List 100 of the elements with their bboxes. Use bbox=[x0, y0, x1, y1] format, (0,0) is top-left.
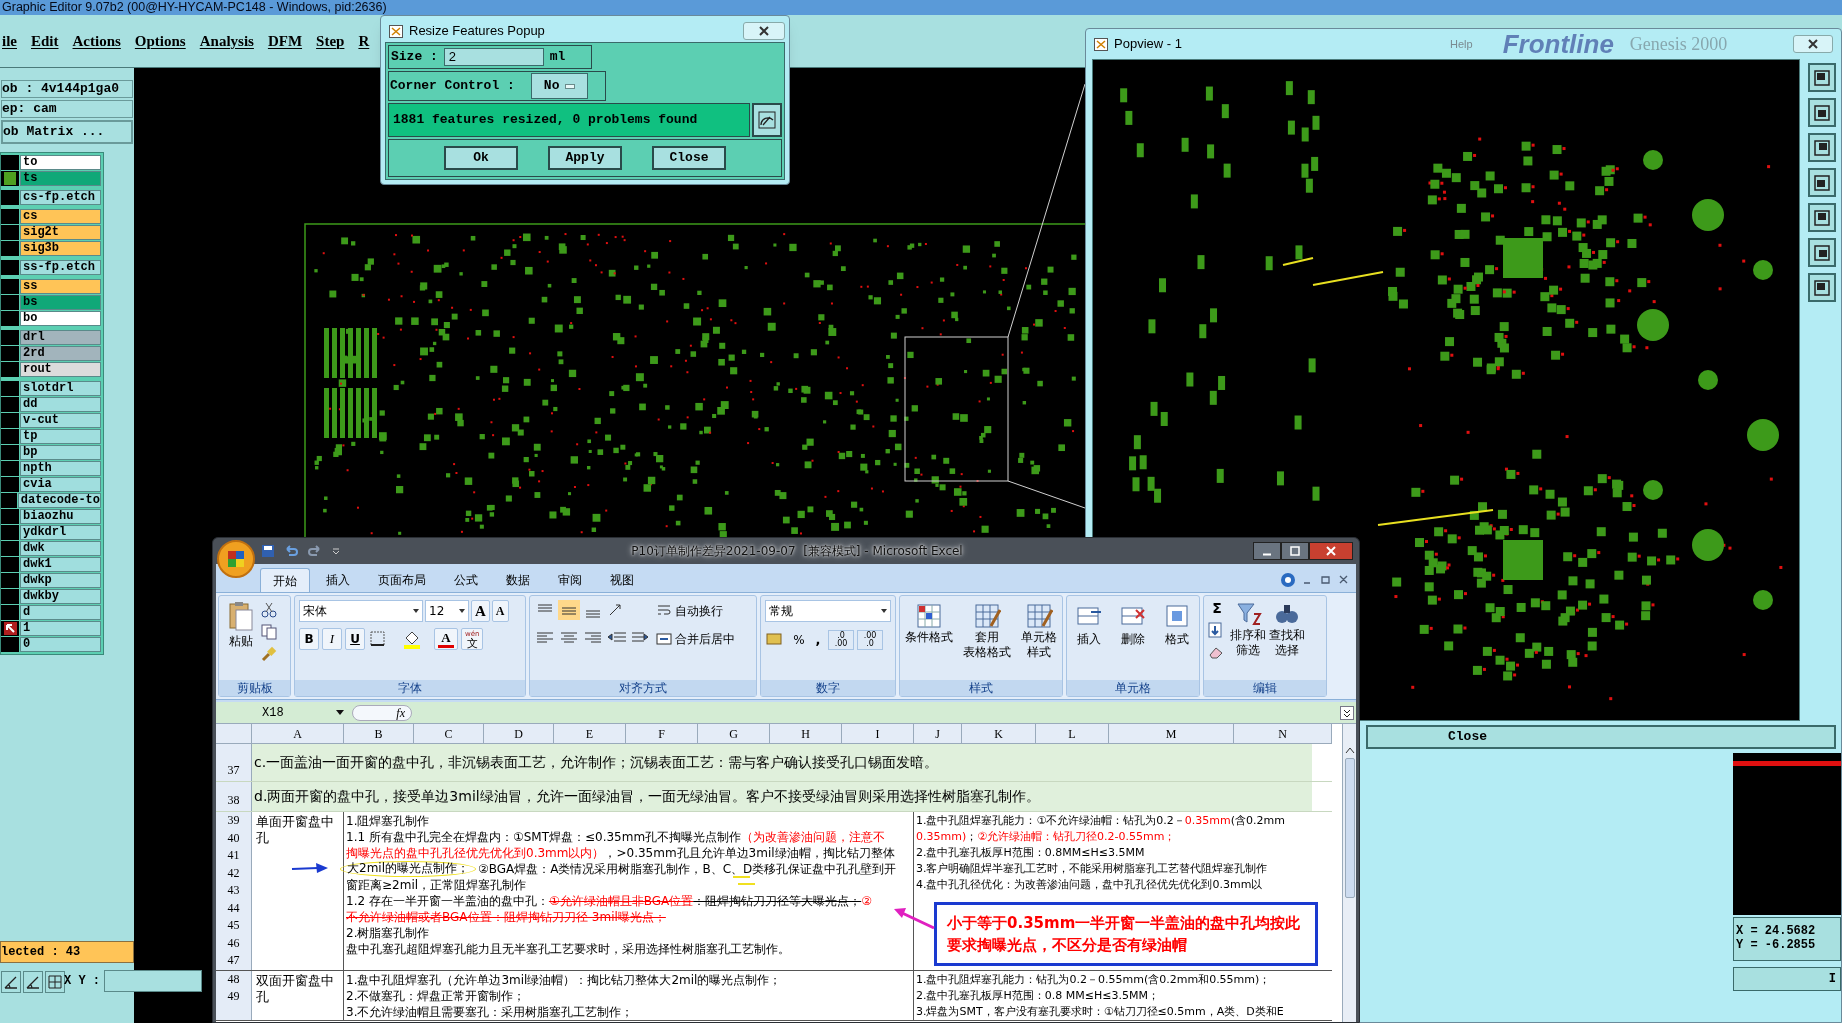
close-button[interactable] bbox=[743, 22, 785, 40]
view-tool-button[interactable] bbox=[1808, 63, 1836, 92]
decimal-button[interactable]: .00 .0 bbox=[857, 630, 883, 650]
italic-button[interactable]: I bbox=[322, 628, 342, 650]
layer-name[interactable]: slotdrl bbox=[20, 381, 101, 396]
layer-name[interactable]: cs-fp.etch bbox=[20, 190, 101, 205]
grow-font-button[interactable]: A bbox=[471, 600, 490, 622]
layer-name[interactable]: dwk bbox=[20, 541, 101, 556]
layer-name[interactable]: 1 bbox=[20, 621, 101, 636]
wrap-text-button[interactable]: 自动换行 bbox=[656, 602, 735, 620]
layer-status-cell[interactable] bbox=[1, 346, 19, 361]
row-header[interactable]: 39 bbox=[216, 812, 251, 830]
layer-status-cell[interactable] bbox=[1, 525, 19, 540]
column-header[interactable]: D bbox=[484, 724, 554, 743]
row-header[interactable]: 49 bbox=[216, 988, 251, 1006]
menu-item[interactable]: Analysis bbox=[199, 29, 254, 53]
row-header[interactable]: 43 bbox=[216, 882, 251, 900]
office-button[interactable] bbox=[217, 540, 255, 578]
layer-status-cell[interactable] bbox=[1, 209, 19, 224]
scrollbar-thumb[interactable] bbox=[1344, 758, 1355, 898]
row-header[interactable]: 48 bbox=[216, 970, 251, 988]
row-header[interactable]: 41 bbox=[216, 847, 251, 865]
layer-name[interactable]: ss bbox=[20, 279, 101, 294]
size-input-field[interactable]: 2 bbox=[443, 48, 544, 66]
column-header[interactable]: N bbox=[1234, 724, 1332, 743]
column-header[interactable]: C bbox=[414, 724, 484, 743]
column-header[interactable]: M bbox=[1109, 724, 1234, 743]
layer-status-cell[interactable] bbox=[1, 155, 19, 170]
view-tool-button[interactable] bbox=[1808, 133, 1836, 162]
insert-function-button[interactable]: fx bbox=[396, 705, 405, 720]
layer-status-cell[interactable] bbox=[1, 295, 19, 310]
font-size-dropdown[interactable]: 12 bbox=[425, 600, 469, 622]
layer-name[interactable]: drl bbox=[20, 330, 101, 345]
view-tool-button[interactable] bbox=[1808, 168, 1836, 197]
layer-status-cell[interactable] bbox=[1, 573, 19, 588]
layer-status-cell[interactable] bbox=[1, 311, 19, 326]
ribbon-tab[interactable]: 视图 bbox=[598, 568, 646, 592]
ribbon-tab[interactable]: 插入 bbox=[314, 568, 362, 592]
menu-item[interactable]: ile bbox=[2, 29, 17, 53]
layer-name[interactable]: datecode-to bbox=[17, 493, 101, 508]
column-header[interactable]: H bbox=[770, 724, 842, 743]
undo-icon[interactable] bbox=[283, 544, 299, 558]
menu-item[interactable]: R bbox=[358, 29, 370, 53]
row-header[interactable]: 46 bbox=[216, 934, 251, 952]
layer-name[interactable]: ss-fp.etch bbox=[20, 260, 101, 275]
maximize-button[interactable] bbox=[1281, 542, 1309, 560]
layer-status-cell[interactable] bbox=[1, 279, 19, 294]
view-tool-button[interactable] bbox=[1808, 238, 1836, 267]
view-tool-button[interactable] bbox=[1808, 273, 1836, 302]
align-icon[interactable] bbox=[558, 600, 580, 620]
font-name-dropdown[interactable]: 宋体 bbox=[299, 600, 423, 622]
menu-item[interactable]: Actions bbox=[72, 29, 121, 53]
layer-name[interactable]: bs bbox=[20, 295, 101, 310]
row-header[interactable]: 47 bbox=[216, 952, 251, 970]
layer-name[interactable]: dd bbox=[20, 397, 101, 412]
tool-button[interactable] bbox=[23, 971, 43, 993]
dialog-button[interactable]: Apply bbox=[548, 146, 622, 170]
layer-status-cell[interactable] bbox=[1, 637, 19, 652]
fill-down-icon[interactable] bbox=[1207, 622, 1225, 638]
cells-button[interactable]: 删除 bbox=[1119, 602, 1147, 680]
layer-name[interactable]: ydkdrl bbox=[20, 525, 101, 540]
cells-button[interactable]: 格式 bbox=[1163, 602, 1191, 680]
layer-status-cell[interactable] bbox=[1, 260, 19, 275]
layer-status-cell[interactable] bbox=[1, 445, 19, 460]
paste-button[interactable]: 粘贴 bbox=[221, 600, 261, 680]
style-button[interactable]: 套用 表格格式 bbox=[963, 602, 1011, 680]
underline-button[interactable]: U bbox=[345, 628, 365, 650]
layer-name[interactable]: d bbox=[20, 605, 101, 620]
column-header[interactable]: L bbox=[1036, 724, 1109, 743]
job-matrix-button[interactable]: ob Matrix ... bbox=[1, 120, 133, 144]
row-header[interactable]: 37 bbox=[216, 744, 252, 781]
corner-control-dropdown[interactable]: No bbox=[530, 73, 589, 99]
layer-status-cell[interactable] bbox=[1, 241, 19, 256]
editing-button[interactable]: 查找和 选择 bbox=[1269, 600, 1305, 680]
layer-name[interactable]: sig3b bbox=[20, 241, 101, 256]
column-header[interactable]: J bbox=[914, 724, 962, 743]
layer-status-cell[interactable] bbox=[1, 605, 19, 620]
style-button[interactable]: 条件格式 bbox=[905, 602, 953, 680]
row-header[interactable]: 40 bbox=[216, 829, 251, 847]
menu-item[interactable]: Edit bbox=[31, 29, 59, 53]
scroll-up-icon[interactable] bbox=[1344, 746, 1355, 754]
menu-item[interactable]: Step bbox=[316, 29, 345, 53]
layer-name[interactable]: to bbox=[20, 155, 101, 170]
cells-button[interactable]: 插入 bbox=[1075, 602, 1103, 680]
layer-status-cell[interactable] bbox=[1, 509, 19, 524]
layer-name[interactable]: bp bbox=[20, 445, 101, 460]
ribbon-tab[interactable]: 页面布局 bbox=[366, 568, 438, 592]
save-icon[interactable] bbox=[261, 544, 275, 558]
layer-status-cell[interactable] bbox=[1, 397, 19, 412]
merge-center-button[interactable]: 合并后居中 bbox=[656, 630, 735, 648]
brush-icon[interactable] bbox=[261, 646, 277, 662]
autosum-button[interactable]: Σ bbox=[1207, 600, 1227, 616]
layer-status-cell[interactable] bbox=[1, 190, 19, 205]
dialog-button[interactable]: Ok bbox=[444, 146, 518, 170]
column-header[interactable]: G bbox=[698, 724, 770, 743]
editing-button[interactable]: 排序和 筛选 bbox=[1230, 600, 1266, 680]
layer-name[interactable]: cs bbox=[20, 209, 101, 224]
ribbon-tab[interactable]: 公式 bbox=[442, 568, 490, 592]
close-button[interactable] bbox=[1793, 35, 1833, 53]
percent-button[interactable]: % bbox=[790, 631, 808, 649]
